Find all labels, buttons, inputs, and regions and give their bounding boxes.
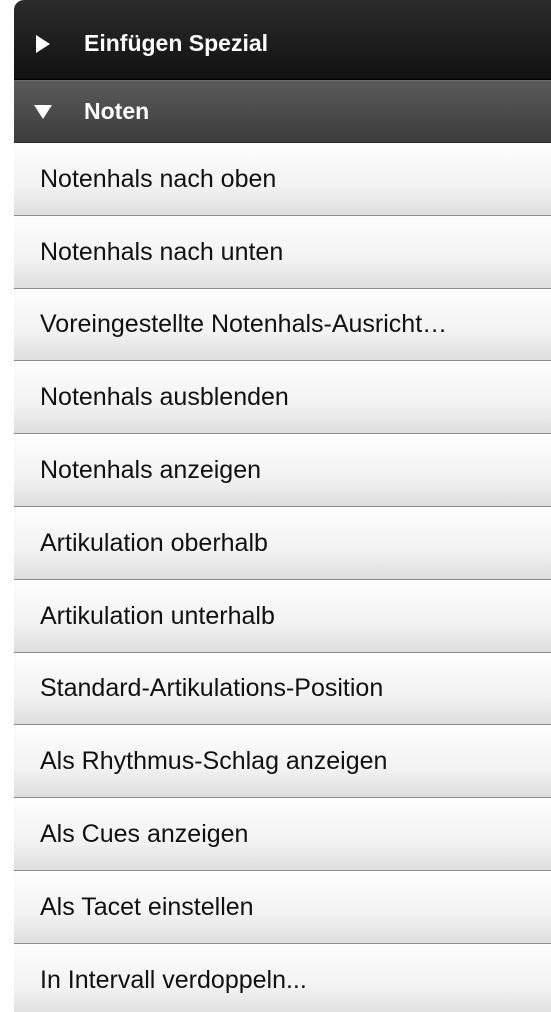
menu-item-stem-up[interactable]: Notenhals nach oben xyxy=(14,143,551,216)
menu-item-label: Notenhals ausblenden xyxy=(40,383,289,412)
menu-item-set-as-tacet[interactable]: Als Tacet einstellen xyxy=(14,870,551,944)
menu-item-label: Notenhals anzeigen xyxy=(40,456,261,485)
menu-item-show-as-rhythm-slash[interactable]: Als Rhythmus-Schlag anzeigen xyxy=(14,725,551,799)
menu-item-label: In Intervall verdoppeln... xyxy=(40,965,307,994)
menu-item-label: Standard-Artikulations-Position xyxy=(40,674,384,703)
disclosure-down-icon xyxy=(34,104,52,119)
menu-item-show-stem[interactable]: Notenhals anzeigen xyxy=(14,434,551,507)
menu-item-default-stem-direction[interactable]: Voreingestellte Notenhals-Ausricht… xyxy=(14,288,551,362)
menu-item-label: Als Tacet einstellen xyxy=(40,892,254,921)
menu-item-label: Artikulation unterhalb xyxy=(40,601,275,630)
menu-item-articulation-below[interactable]: Artikulation unterhalb xyxy=(14,579,551,653)
menu-item-show-as-cues[interactable]: Als Cues anzeigen xyxy=(14,798,551,871)
menu-item-label: Als Cues anzeigen xyxy=(40,820,249,849)
section-header-notes[interactable]: Noten xyxy=(14,80,551,143)
menu-panel: Einfügen Spezial Noten Notenhals nach ob… xyxy=(14,0,551,1012)
menu-item-default-articulation-position[interactable]: Standard-Artikulations-Position xyxy=(14,652,551,726)
section-label: Noten xyxy=(84,98,150,124)
menu-item-label: Voreingestellte Notenhals-Ausricht… xyxy=(40,310,448,339)
menu-item-label: Notenhals nach oben xyxy=(40,164,277,193)
menu-item-stem-down[interactable]: Notenhals nach unten xyxy=(14,215,551,289)
section-header-insert-special[interactable]: Einfügen Spezial xyxy=(14,0,551,80)
menu-item-label: Artikulation oberhalb xyxy=(40,528,268,557)
menu-item-articulation-above[interactable]: Artikulation oberhalb xyxy=(14,506,551,580)
menu-item-label: Notenhals nach unten xyxy=(40,237,284,266)
menu-item-double-at-interval[interactable]: In Intervall verdoppeln... xyxy=(14,943,551,1012)
menu-item-hide-stem[interactable]: Notenhals ausblenden xyxy=(14,361,551,435)
disclosure-right-icon xyxy=(36,34,50,53)
menu-item-label: Als Rhythmus-Schlag anzeigen xyxy=(40,747,388,776)
section-label: Einfügen Spezial xyxy=(84,30,269,56)
